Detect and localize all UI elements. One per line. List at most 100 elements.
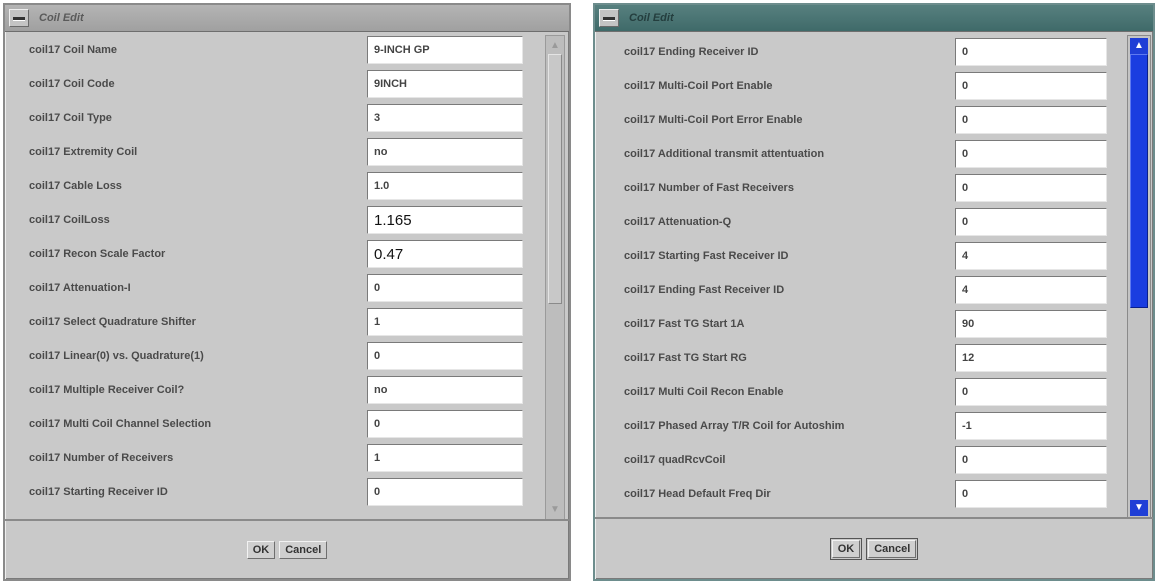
param-input[interactable]	[955, 480, 1107, 508]
param-row: coil17 Recon Scale Factor	[5, 237, 545, 271]
button-bar: OK Cancel	[595, 517, 1153, 579]
param-input[interactable]	[367, 240, 523, 268]
param-input[interactable]	[955, 174, 1107, 202]
param-input[interactable]	[955, 208, 1107, 236]
param-label: coil17 Additional transmit attentuation	[624, 148, 825, 160]
param-label: coil17 Starting Fast Receiver ID	[624, 250, 789, 262]
param-row: coil17 quadRcvCoil	[595, 443, 1127, 477]
param-label: coil17 Multi Coil Channel Selection	[29, 418, 212, 430]
param-input[interactable]	[367, 104, 523, 132]
title-bar[interactable]: Coil Edit	[5, 5, 569, 32]
param-label: coil17 Head Default Freq Dir	[624, 488, 771, 500]
param-input[interactable]	[367, 308, 523, 336]
cancel-button[interactable]: Cancel	[866, 538, 919, 560]
param-input[interactable]	[955, 242, 1107, 270]
param-input[interactable]	[955, 412, 1107, 440]
title-bar[interactable]: Coil Edit	[595, 5, 1153, 32]
param-input[interactable]	[367, 138, 523, 166]
param-label: coil17 Recon Scale Factor	[29, 248, 166, 260]
param-row: coil17 Number of Fast Receivers	[595, 171, 1127, 205]
param-input[interactable]	[367, 478, 523, 506]
param-input[interactable]	[367, 70, 523, 98]
vertical-scrollbar[interactable]: ▲ ▼	[1127, 35, 1151, 519]
param-row: coil17 Multi Coil Recon Enable	[595, 375, 1127, 409]
param-row: coil17 Multi-Coil Port Enable	[595, 69, 1127, 103]
param-input[interactable]	[955, 446, 1107, 474]
param-label: coil17 Cable Loss	[29, 180, 122, 192]
param-label: coil17 Multi-Coil Port Error Enable	[624, 114, 803, 126]
param-label: coil17 Attenuation-Q	[624, 216, 732, 228]
param-input[interactable]	[955, 310, 1107, 338]
param-label: coil17 Multiple Receiver Coil?	[29, 384, 185, 396]
param-input[interactable]	[367, 36, 523, 64]
param-label: coil17 Select Quadrature Shifter	[29, 316, 196, 328]
param-row: coil17 Head Default Freq Dir	[595, 477, 1127, 511]
param-input[interactable]	[955, 378, 1107, 406]
param-label: coil17 Extremity Coil	[29, 146, 138, 158]
param-row: coil17 Starting Receiver ID	[5, 475, 545, 509]
param-row: coil17 Coil Name	[5, 33, 545, 67]
param-label: coil17 Multi Coil Recon Enable	[624, 386, 784, 398]
scroll-up-arrow-icon[interactable]: ▲	[548, 38, 562, 54]
scroll-down-arrow-icon[interactable]: ▼	[1130, 500, 1148, 516]
button-bar: OK Cancel	[5, 519, 569, 579]
param-input[interactable]	[367, 410, 523, 438]
window-menu-icon[interactable]	[9, 9, 29, 27]
param-input[interactable]	[955, 106, 1107, 134]
ok-button[interactable]: OK	[829, 538, 863, 560]
param-row: coil17 Coil Code	[5, 67, 545, 101]
param-label: coil17 Linear(0) vs. Quadrature(1)	[29, 350, 204, 362]
vertical-scrollbar[interactable]: ▲ ▼	[545, 35, 565, 521]
param-row: coil17 Extremity Coil	[5, 135, 545, 169]
param-row: coil17 Attenuation-I	[5, 271, 545, 305]
coil-edit-window-left: Coil Edit coil17 Coil Name coil17 Coil C…	[3, 3, 571, 581]
parameter-list: coil17 Coil Name coil17 Coil Code coil17…	[5, 31, 545, 521]
param-input[interactable]	[955, 38, 1107, 66]
param-row: coil17 Multi Coil Channel Selection	[5, 407, 545, 441]
window-title: Coil Edit	[39, 12, 84, 24]
param-row: coil17 Number of Receivers	[5, 441, 545, 475]
param-row: coil17 Phased Array T/R Coil for Autoshi…	[595, 409, 1127, 443]
param-label: coil17 Number of Receivers	[29, 452, 174, 464]
param-label: coil17 Starting Receiver ID	[29, 486, 168, 498]
scrollbar-thumb[interactable]	[548, 54, 562, 304]
param-row: coil17 Coil Type	[5, 101, 545, 135]
parameter-list: coil17 Ending Receiver ID coil17 Multi-C…	[595, 31, 1127, 515]
scroll-down-arrow-icon[interactable]: ▼	[548, 502, 562, 518]
param-label: coil17 Fast TG Start 1A	[624, 318, 745, 330]
param-input[interactable]	[367, 206, 523, 234]
param-row: coil17 Attenuation-Q	[595, 205, 1127, 239]
param-label: coil17 Phased Array T/R Coil for Autoshi…	[624, 420, 845, 432]
param-input[interactable]	[955, 276, 1107, 304]
param-input[interactable]	[367, 342, 523, 370]
scrollbar-thumb[interactable]	[1130, 54, 1148, 308]
param-label: coil17 Attenuation-I	[29, 282, 131, 294]
scroll-up-arrow-icon[interactable]: ▲	[1130, 38, 1148, 54]
param-row: coil17 Fast TG Start 1A	[595, 307, 1127, 341]
param-input[interactable]	[367, 172, 523, 200]
param-label: coil17 Coil Type	[29, 112, 112, 124]
param-label: coil17 CoilLoss	[29, 214, 110, 226]
param-input[interactable]	[367, 444, 523, 472]
param-input[interactable]	[367, 274, 523, 302]
param-input[interactable]	[955, 140, 1107, 168]
param-input[interactable]	[955, 344, 1107, 372]
param-label: coil17 Fast TG Start RG	[624, 352, 747, 364]
param-input[interactable]	[955, 72, 1107, 100]
window-menu-icon[interactable]	[599, 9, 619, 27]
param-row: coil17 Additional transmit attentuation	[595, 137, 1127, 171]
param-row: coil17 Multiple Receiver Coil?	[5, 373, 545, 407]
param-row: coil17 Cable Loss	[5, 169, 545, 203]
ok-button[interactable]: OK	[246, 541, 276, 559]
cancel-button[interactable]: Cancel	[279, 541, 328, 559]
param-row: coil17 Fast TG Start RG	[595, 341, 1127, 375]
param-row: coil17 Linear(0) vs. Quadrature(1)	[5, 339, 545, 373]
param-label: coil17 Coil Code	[29, 78, 115, 90]
param-row: coil17 Ending Receiver ID	[595, 35, 1127, 69]
param-row: coil17 Select Quadrature Shifter	[5, 305, 545, 339]
param-input[interactable]	[367, 376, 523, 404]
coil-edit-window-right: Coil Edit coil17 Ending Receiver ID coil…	[593, 3, 1155, 581]
param-label: coil17 Coil Name	[29, 44, 118, 56]
param-label: coil17 Ending Receiver ID	[624, 46, 759, 58]
param-label: coil17 quadRcvCoil	[624, 454, 726, 466]
